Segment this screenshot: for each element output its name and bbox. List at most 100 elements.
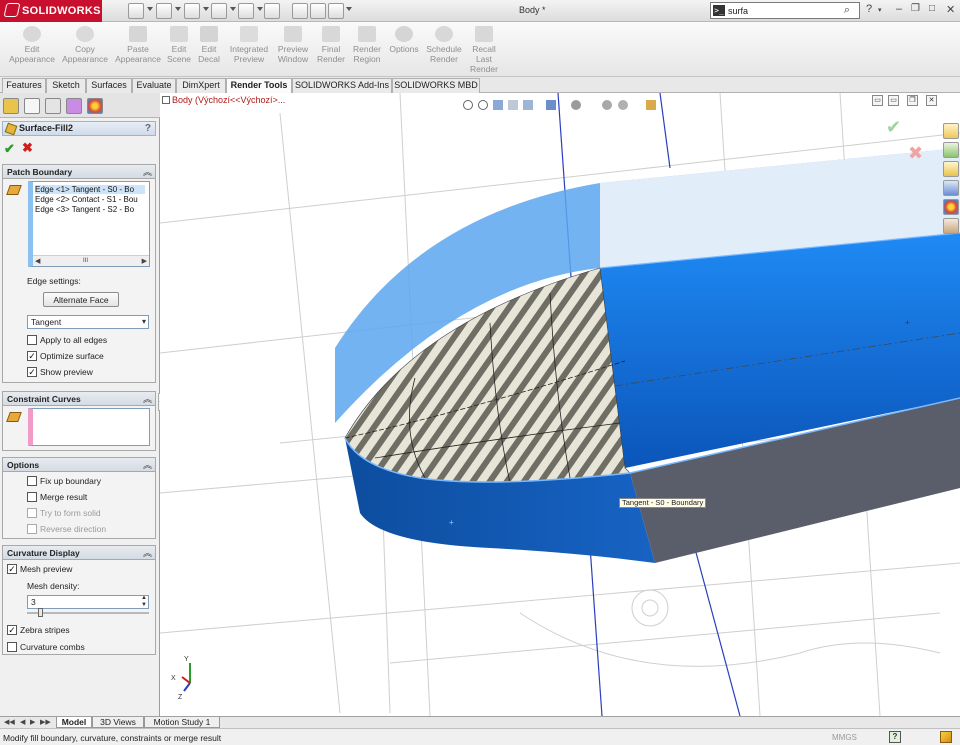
collapse-chevron-icon[interactable]: ︽	[143, 165, 152, 178]
status-pencil-icon[interactable]	[940, 731, 952, 743]
tab-model[interactable]: Model	[56, 717, 92, 728]
confirm-corner-cancel-icon[interactable]: ✖	[908, 143, 923, 164]
render-region-button[interactable]: Render Region	[350, 26, 384, 64]
options-dropdown-icon[interactable]	[346, 7, 352, 11]
appearances-scenes-icon[interactable]	[943, 199, 959, 215]
zoom-to-area-icon[interactable]	[478, 100, 488, 110]
select-arrow-icon[interactable]	[264, 3, 280, 19]
tab-features[interactable]: Features	[2, 78, 46, 93]
file-properties-icon[interactable]	[310, 3, 326, 19]
tab-evaluate[interactable]: Evaluate	[132, 78, 176, 93]
viewport-restore-icon[interactable]: ❐	[907, 95, 918, 106]
list-item[interactable]: Edge <3> Tangent - S2 - Bo	[35, 205, 145, 214]
copy-appearance-button[interactable]: Copy Appearance	[61, 26, 109, 64]
tab-sketch[interactable]: Sketch	[46, 78, 86, 93]
tab-motion-study-1[interactable]: Motion Study 1	[144, 717, 220, 728]
feature-manager-tab-icon[interactable]	[3, 98, 19, 114]
collapse-chevron-icon[interactable]: ︽	[143, 546, 152, 559]
tab-dimxpert[interactable]: DimXpert	[176, 78, 226, 93]
feature-tree-flyout[interactable]: Body (Výchozí<<Výchozí>...	[162, 95, 285, 105]
scroll-thumb[interactable]: III	[83, 256, 88, 267]
tile-window-icon[interactable]: □	[929, 3, 935, 14]
new-document-icon[interactable]	[128, 3, 144, 19]
view-orientation-icon[interactable]	[546, 100, 556, 110]
viewport-tile-icon[interactable]: ▭	[888, 95, 899, 106]
first-tab-icon[interactable]: ◀◀	[4, 718, 15, 726]
edge-condition-select[interactable]: Tangent ▾	[27, 315, 149, 329]
preview-window-button[interactable]: Preview Window	[274, 26, 312, 64]
solidworks-logo[interactable]: SOLIDWORKS	[0, 0, 102, 22]
tab-solidworks-mbd[interactable]: SOLIDWORKS MBD	[392, 78, 480, 93]
section-view-icon[interactable]	[508, 100, 518, 110]
list-item[interactable]: Edge <2> Contact - S1 - Bou	[35, 195, 145, 204]
zoom-to-fit-icon[interactable]	[463, 100, 473, 110]
minimize-window-icon[interactable]: –	[896, 3, 902, 15]
property-manager-tab-icon[interactable]	[24, 98, 40, 114]
quick-tips-help-icon[interactable]: ?	[889, 731, 901, 743]
collapse-chevron-icon[interactable]: ︽	[143, 392, 152, 405]
help-icon[interactable]: ?	[145, 123, 151, 134]
previous-tab-icon[interactable]: ◀	[20, 718, 25, 726]
recall-last-render-button[interactable]: Recall Last Render	[467, 26, 501, 74]
scroll-right-icon[interactable]: ▶	[142, 256, 147, 267]
new-dropdown-icon[interactable]	[147, 7, 153, 11]
next-tab-icon[interactable]: ▶	[30, 718, 35, 726]
restore-window-icon[interactable]: ❐	[911, 3, 920, 14]
open-dropdown-icon[interactable]	[175, 7, 181, 11]
options-button[interactable]: Options	[387, 26, 421, 54]
rebuild-icon[interactable]	[292, 3, 308, 19]
confirm-corner-ok-icon[interactable]: ✔	[886, 117, 901, 138]
viewport-close-icon[interactable]: ✕	[926, 95, 937, 106]
save-icon[interactable]	[184, 3, 200, 19]
print-dropdown-icon[interactable]	[230, 7, 236, 11]
constraint-curves-header[interactable]: Constraint Curves ︽	[3, 392, 155, 406]
previous-view-icon[interactable]	[493, 100, 503, 110]
design-library-icon[interactable]	[943, 142, 959, 158]
cancel-x-icon[interactable]: ✖	[22, 140, 33, 156]
dimxpert-manager-tab-icon[interactable]	[66, 98, 82, 114]
spin-down-icon[interactable]: ▼	[141, 602, 147, 608]
last-tab-icon[interactable]: ▶▶	[40, 718, 51, 726]
edit-appearance-button[interactable]: Edit Appearance	[8, 26, 56, 64]
view-palette-icon[interactable]	[943, 180, 959, 196]
tab-render-tools[interactable]: Render Tools	[226, 78, 292, 93]
undo-dropdown-icon[interactable]	[257, 7, 263, 11]
mesh-density-spinbox[interactable]: 3 ▲ ▼	[27, 595, 149, 609]
paste-appearance-button[interactable]: Paste Appearance	[114, 26, 162, 64]
edit-appearance-view-icon[interactable]	[618, 100, 628, 110]
solidworks-resources-icon[interactable]	[943, 123, 959, 139]
print-icon[interactable]	[211, 3, 227, 19]
dynamic-annotation-icon[interactable]	[523, 100, 533, 110]
edit-scene-button[interactable]: Edit Scene	[165, 26, 193, 64]
undo-icon[interactable]	[238, 3, 254, 19]
patch-boundary-header[interactable]: Patch Boundary ︽	[3, 165, 155, 179]
tab-solidworks-add-ins[interactable]: SOLIDWORKS Add-Ins	[292, 78, 392, 93]
hide-show-items-icon[interactable]	[602, 100, 612, 110]
tab-surfaces[interactable]: Surfaces	[86, 78, 132, 93]
close-window-icon[interactable]: ✕	[946, 3, 955, 16]
alternate-face-button[interactable]: Alternate Face	[43, 292, 119, 307]
search-input[interactable]	[728, 4, 838, 17]
help-dropdown-icon[interactable]: ▾	[878, 6, 882, 14]
display-style-icon[interactable]	[571, 100, 581, 110]
final-render-button[interactable]: Final Render	[315, 26, 347, 64]
help-icon[interactable]: ?	[866, 3, 872, 15]
integrated-preview-button[interactable]: Integrated Preview	[227, 26, 271, 64]
curvature-display-header[interactable]: Curvature Display ︽	[3, 546, 155, 560]
scroll-left-icon[interactable]: ◀	[35, 256, 40, 267]
mesh-density-slider-track[interactable]	[27, 612, 149, 614]
save-dropdown-icon[interactable]	[203, 7, 209, 11]
expand-tree-icon[interactable]	[162, 96, 170, 104]
mesh-density-slider-thumb[interactable]	[38, 608, 43, 617]
search-icon[interactable]: ⌕	[844, 4, 850, 17]
options-header[interactable]: Options ︽	[3, 458, 155, 472]
ok-check-icon[interactable]: ✔	[4, 141, 15, 157]
constraint-curves-list[interactable]	[28, 408, 150, 446]
spin-up-icon[interactable]: ▲	[141, 595, 147, 601]
list-horizontal-scrollbar[interactable]: ◀ III ▶	[33, 255, 149, 266]
viewport-minimize-icon[interactable]: ▭	[872, 95, 883, 106]
display-manager-tab-icon[interactable]	[87, 98, 103, 114]
unit-system[interactable]: MMGS	[832, 733, 857, 742]
boundary-edges-list[interactable]: Edge <1> Tangent - S0 - Bo Edge <2> Cont…	[28, 181, 150, 267]
edit-decal-button[interactable]: Edit Decal	[196, 26, 222, 64]
